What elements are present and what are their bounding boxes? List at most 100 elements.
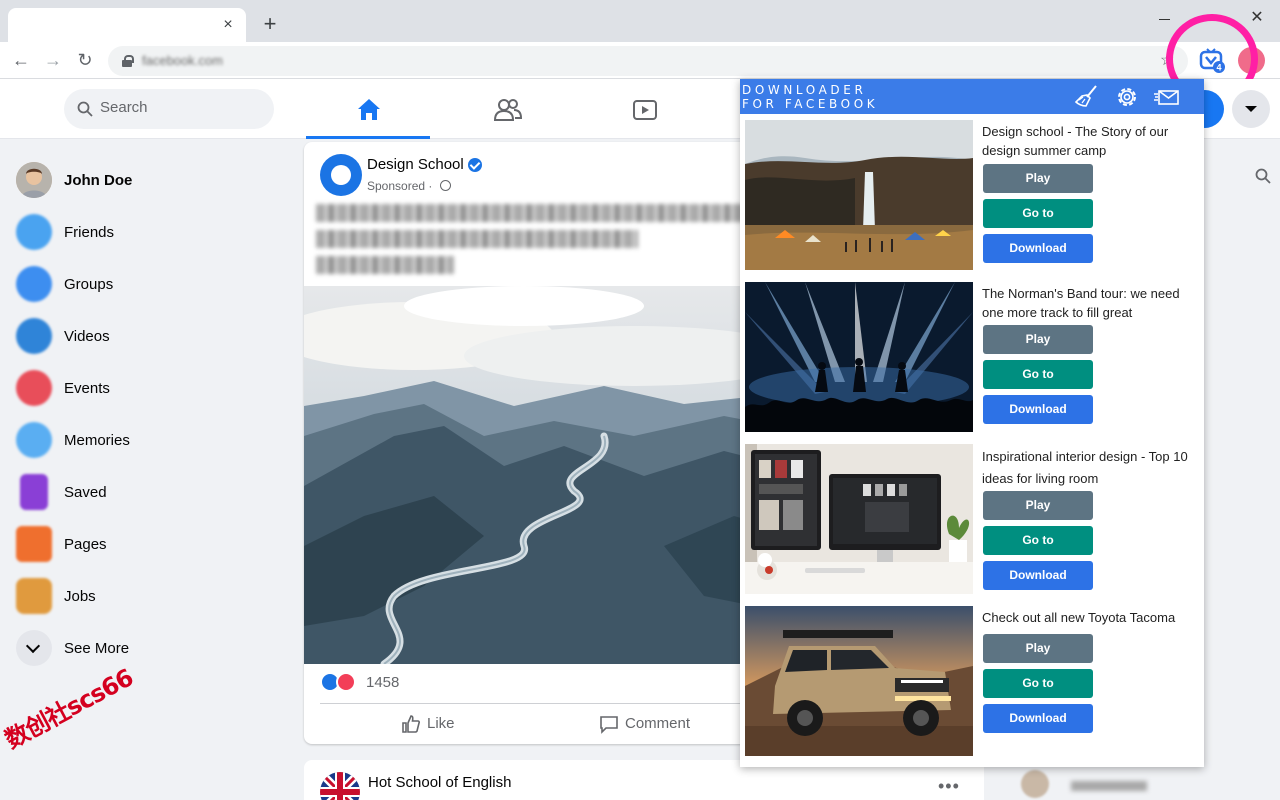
download-button[interactable]: Download [983,704,1093,733]
download-button[interactable]: Download [983,234,1093,263]
sidebar-item-label: Jobs [64,588,96,605]
account-menu-button[interactable] [1232,90,1270,128]
broom-icon[interactable] [1074,84,1100,110]
video-title: Design school - The Story of our design … [982,124,1169,158]
love-reaction-icon [336,672,356,692]
sidebar-item-jobs[interactable]: Jobs [14,574,274,620]
globe-icon [440,180,451,191]
play-button[interactable]: Play [983,164,1093,193]
search-contacts-icon[interactable] [1255,168,1271,184]
page-logo-icon[interactable] [320,154,362,196]
sidebar-item-events[interactable]: Events [14,366,274,412]
back-button[interactable]: ← [9,48,33,72]
play-button[interactable]: Play [983,634,1093,663]
popup-header: DOWNLOADER FOR FACEBOOK [740,79,1204,114]
url-text[interactable]: facebook.com [142,53,223,68]
goto-button[interactable]: Go to [983,526,1093,555]
contact-avatar[interactable] [1021,770,1049,798]
minimize-window-button[interactable] [1158,8,1172,28]
post-author[interactable]: Design School [367,156,464,173]
sidebar-item-label: Friends [64,224,115,241]
caret-down-icon [1245,106,1257,112]
like-button[interactable]: Like [401,710,491,738]
lock-icon[interactable] [122,55,134,67]
groups-icon [16,266,52,302]
play-button[interactable]: Play [983,325,1093,354]
popup-title: DOWNLOADER FOR FACEBOOK [742,83,922,111]
friends-shortcut-icon [16,214,52,250]
video-item: Design school - The Story of our design … [745,120,1200,272]
sidebar-item-label: Memories [64,432,130,449]
watch-icon [633,100,657,120]
verified-badge-icon [468,158,482,172]
tab-watch[interactable] [582,79,706,139]
sidebar-item-memories[interactable]: Memories [14,418,274,464]
sidebar-item-pages[interactable]: Pages [14,522,274,568]
feed-post: Design School Sponsored · 1458 Like Comm… [304,142,804,744]
blurred-contact-name[interactable] [1071,781,1147,791]
popup-title-line1: DOWNLOADER [742,83,867,97]
sidebar-item-profile[interactable]: John Doe [14,158,274,204]
post-meta: Sponsored · [367,179,433,193]
profile-name: John Doe [64,172,133,189]
gear-icon[interactable] [1114,84,1140,110]
uk-flag-icon[interactable] [320,772,360,800]
sidebar-item-label: Videos [64,328,110,345]
download-button[interactable]: Download [983,561,1093,590]
browser-tab-strip: × + ✕ [0,0,1280,42]
tab-close-icon[interactable]: × [218,15,238,35]
blurred-post-text [316,204,746,222]
downloader-popup: DOWNLOADER FOR FACEBOOK Design school - … [740,79,1204,767]
sidebar-item-label: Groups [64,276,114,293]
see-more-label: See More [64,640,130,657]
comment-button[interactable]: Comment [599,710,709,738]
divider [320,703,788,704]
popup-title-line2: FOR FACEBOOK [742,97,879,111]
goto-button[interactable]: Go to [983,199,1093,228]
search-icon [77,101,93,117]
forward-button[interactable]: → [41,48,65,72]
sidebar-item-label: Events [64,380,110,397]
address-bar[interactable]: facebook.com ☆ [108,46,1188,76]
chevron-down-icon [16,630,52,666]
video-title: The Norman's Band tour: we need one more… [982,286,1180,320]
post2-author[interactable]: Hot School of English [368,774,511,791]
reload-button[interactable]: ↻ [73,48,97,72]
video-thumbnail-truck[interactable] [745,606,973,756]
comment-icon [600,716,618,734]
browser-tab[interactable]: × [8,8,246,42]
saved-icon [20,474,48,510]
play-button[interactable]: Play [983,491,1093,520]
tab-home[interactable] [306,79,430,139]
mail-icon[interactable] [1154,84,1180,110]
goto-button[interactable]: Go to [983,669,1093,698]
tab-friends[interactable] [444,79,568,139]
more-options-icon[interactable]: ••• [938,776,960,797]
search-input[interactable] [100,99,260,116]
blurred-post-text [316,256,454,274]
video-thumbnail-desk[interactable] [745,444,973,594]
post-photo[interactable] [304,286,804,664]
comment-label: Comment [625,715,691,732]
thumbs-up-icon [402,715,420,733]
jobs-icon [16,578,52,614]
search-box[interactable] [64,89,274,129]
video-title: Check out all new Toyota Tacoma [982,610,1176,625]
sidebar-item-groups[interactable]: Groups [14,262,274,308]
close-window-button[interactable]: ✕ [1248,8,1266,28]
new-tab-button[interactable]: + [258,12,282,36]
goto-button[interactable]: Go to [983,360,1093,389]
sidebar-see-more[interactable]: See More [14,626,274,672]
sidebar-item-videos[interactable]: Videos [14,314,274,360]
friends-icon [494,99,522,121]
video-item: The Norman's Band tour: we need one more… [745,282,1200,434]
sidebar-item-label: Saved [64,484,107,501]
browser-toolbar: ← → ↻ facebook.com ☆ [0,42,1280,79]
sidebar-item-saved[interactable]: Saved [14,470,274,516]
video-thumbnail-waterfall[interactable] [745,120,973,270]
download-button[interactable]: Download [983,395,1093,424]
video-thumbnail-concert[interactable] [745,282,973,432]
like-label: Like [427,715,455,732]
video-item: Check out all new Toyota Tacoma Play Go … [745,606,1200,758]
sidebar-item-friends[interactable]: Friends [14,210,274,256]
